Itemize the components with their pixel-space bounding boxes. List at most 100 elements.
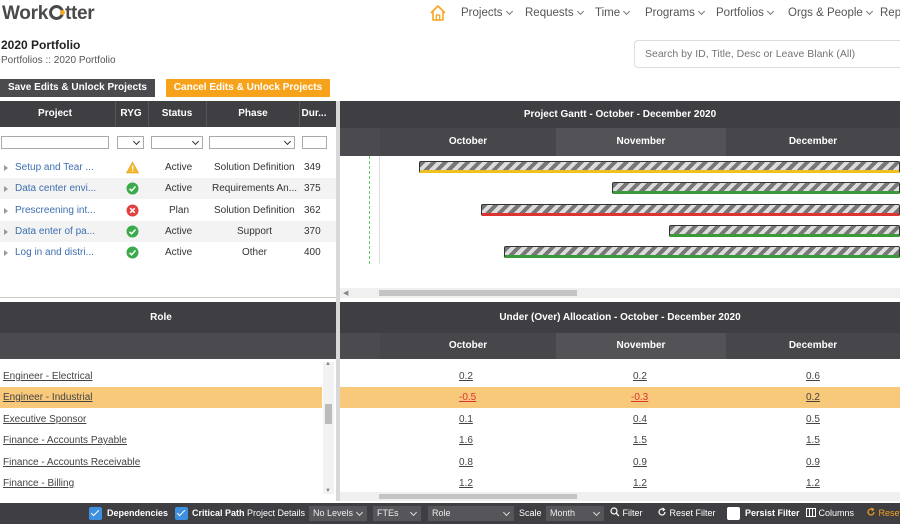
allocation-value[interactable]: -0.5 [459, 387, 476, 408]
gantt-bar[interactable] [612, 182, 900, 194]
col-duration[interactable]: Dur... [300, 101, 328, 127]
nav-programs[interactable]: Programs [645, 7, 705, 19]
role-vertical-scrollbar[interactable]: ▲ ▼ [323, 361, 334, 494]
table-row[interactable]: Prescreening int... Plan Solution Defini… [0, 200, 336, 221]
allocation-value[interactable]: 1.5 [806, 430, 820, 451]
col-phase[interactable]: Phase [207, 101, 299, 127]
save-edits-button[interactable]: Save Edits & Unlock Projects [0, 79, 155, 97]
scrollbar-thumb[interactable] [379, 290, 577, 296]
group-select[interactable]: Role [428, 506, 514, 521]
allocation-value[interactable]: 0.9 [806, 452, 820, 473]
phase-cell: Solution Definition [214, 205, 295, 216]
scrollbar-thumb[interactable] [379, 494, 577, 499]
scale-select[interactable]: Month [546, 506, 604, 521]
dependencies-checkbox[interactable] [89, 507, 102, 520]
critical-path-checkbox[interactable] [175, 507, 188, 520]
cancel-edits-button[interactable]: Cancel Edits & Unlock Projects [166, 79, 330, 97]
reset-filter-button[interactable]: Reset Filter [657, 503, 716, 524]
allocation-value[interactable]: 1.2 [806, 473, 820, 494]
columns-button[interactable]: Columns [806, 503, 854, 524]
role-item[interactable]: Executive Sponsor [0, 409, 322, 430]
project-link[interactable]: Data center envi... [15, 178, 115, 199]
project-grid-header: Project RYG Status Phase Dur... [0, 101, 336, 127]
persist-filter-label: Persist Filter [745, 508, 800, 518]
role-item[interactable]: Finance - Billing [0, 473, 322, 494]
allocation-value[interactable]: 0.2 [459, 366, 473, 387]
gantt-bar[interactable] [504, 246, 900, 258]
refresh-icon [867, 507, 875, 516]
nav-reports[interactable]: Rep [880, 7, 900, 19]
error-circle-icon [126, 204, 139, 217]
nav-requests[interactable]: Requests [525, 7, 584, 19]
role-item[interactable]: Finance - Accounts Receivable [0, 452, 322, 473]
nav-orgs-people[interactable]: Orgs & People [788, 7, 873, 19]
expand-icon[interactable] [4, 229, 8, 235]
phase-filter-select[interactable] [209, 136, 295, 149]
gantt-bar[interactable] [419, 161, 900, 173]
table-row[interactable]: Log in and distri... Active Other 400 [0, 242, 336, 263]
duration-cell: 349 [304, 162, 321, 173]
search-input[interactable] [634, 40, 900, 68]
allocation-value[interactable]: 0.6 [806, 366, 820, 387]
role-item[interactable]: Finance - Accounts Payable [0, 430, 322, 451]
nav-projects[interactable]: Projects [461, 7, 513, 19]
alloc-month-october: October [380, 333, 556, 359]
warning-icon [126, 161, 139, 174]
expand-icon[interactable] [4, 165, 8, 171]
project-link[interactable]: Setup and Tear ... [15, 157, 115, 178]
allocation-value[interactable]: -0.3 [631, 387, 648, 408]
project-link[interactable]: Log in and distri... [15, 242, 115, 263]
filter-button[interactable]: Filter [610, 503, 643, 524]
allocation-horizontal-scrollbar[interactable] [340, 492, 900, 501]
col-ryg[interactable]: RYG [116, 101, 146, 127]
col-project[interactable]: Project [0, 101, 110, 127]
expand-icon[interactable] [4, 186, 8, 192]
scrollbar-thumb[interactable] [325, 404, 332, 424]
allocation-value[interactable]: 0.2 [806, 387, 820, 408]
project-link[interactable]: Prescreening int... [15, 200, 115, 221]
gantt-horizontal-scrollbar[interactable]: ◀ [340, 288, 900, 298]
table-row[interactable]: Data center envi... Active Requirements … [0, 178, 336, 199]
levels-select[interactable]: No Levels [309, 506, 367, 521]
gantt-bar[interactable] [481, 204, 900, 216]
alloc-month-december: December [726, 333, 900, 359]
workotter-logo[interactable]: Work tter [2, 3, 95, 25]
allocation-value[interactable]: 0.4 [633, 409, 647, 430]
allocation-value[interactable]: 1.2 [459, 473, 473, 494]
duration-filter-input[interactable] [302, 136, 327, 149]
ryg-filter-select[interactable] [117, 136, 144, 149]
project-details-label[interactable]: Project Details [247, 503, 305, 524]
breadcrumb[interactable]: Portfolios :: 2020 Portfolio [1, 55, 116, 66]
role-column-header[interactable]: Role [0, 302, 322, 333]
project-filter-input[interactable] [1, 136, 109, 149]
allocation-value[interactable]: 0.8 [459, 452, 473, 473]
phase-cell: Other [242, 247, 268, 258]
status-cell: Active [165, 226, 193, 237]
allocation-value[interactable]: 1.5 [633, 430, 647, 451]
table-row[interactable]: Data enter of pa... Active Support 370 [0, 221, 336, 242]
reset-button[interactable]: Reset [866, 503, 900, 524]
phase-cell: Requirements An... [212, 183, 298, 194]
allocation-value[interactable]: 0.5 [806, 409, 820, 430]
expand-icon[interactable] [4, 250, 8, 256]
col-status[interactable]: Status [149, 101, 205, 127]
role-item[interactable]: Engineer - Electrical [0, 366, 322, 387]
status-filter-select[interactable] [151, 136, 203, 149]
allocation-value[interactable]: 1.6 [459, 430, 473, 451]
gantt-bar[interactable] [669, 225, 900, 237]
units-select[interactable]: FTEs [373, 506, 421, 521]
allocation-value[interactable]: 0.9 [633, 452, 647, 473]
dependencies-label: Dependencies [107, 508, 169, 518]
allocation-month-header: October November December [340, 333, 900, 359]
allocation-value[interactable]: 0.1 [459, 409, 473, 430]
table-row[interactable]: Setup and Tear ... Active Solution Defin… [0, 157, 336, 178]
nav-portfolios[interactable]: Portfolios [716, 7, 774, 19]
expand-icon[interactable] [4, 208, 8, 214]
project-link[interactable]: Data enter of pa... [15, 221, 115, 242]
nav-time[interactable]: Time [595, 7, 631, 19]
role-item[interactable]: Engineer - Industrial [0, 387, 322, 408]
persist-filter-checkbox[interactable] [727, 507, 740, 520]
home-icon[interactable] [429, 4, 447, 22]
allocation-value[interactable]: 1.2 [633, 473, 647, 494]
allocation-value[interactable]: 0.2 [633, 366, 647, 387]
